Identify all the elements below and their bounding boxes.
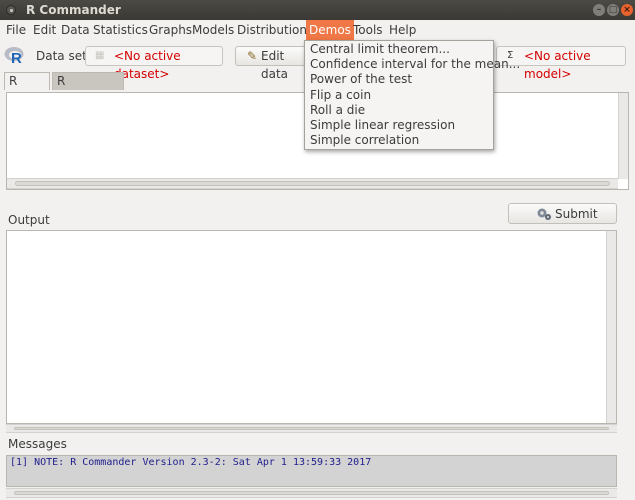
menu-edit[interactable]: Edit [30,20,59,41]
menu-file[interactable]: File [3,20,29,41]
maximize-icon[interactable]: □ [607,4,619,16]
submit-button[interactable]: Submit [508,203,617,224]
message-line: [1] NOTE: R Commander Version 2.3-2: Sat… [10,457,372,468]
menu-bar: File Edit Data Statistics Graphs Models … [0,20,635,41]
gears-icon [537,208,551,220]
svg-text:R: R [11,50,22,65]
window-menu-icon[interactable] [6,5,16,15]
submit-label: Submit [555,207,598,221]
scroll-thumb[interactable] [14,427,609,430]
output-label: Output [8,213,50,227]
tab-r-markdown[interactable]: R Markdown [52,72,124,105]
tab-r-script[interactable]: R Script [4,72,50,105]
menu-item-simple-correlation[interactable]: Simple correlation [310,133,419,148]
messages-horizontal-scrollbar[interactable] [6,488,617,498]
dataset-value: <No active dataset> [114,49,181,81]
minimize-icon[interactable]: – [593,4,605,16]
table-icon: ▦ [95,50,105,61]
dataset-selector[interactable]: ▦ <No active dataset> [85,46,223,81]
messages-area[interactable]: [1] NOTE: R Commander Version 2.3-2: Sat… [6,455,617,487]
demos-menu: Central limit theorem... Confidence inte… [304,40,520,150]
menu-item-simple-linear-regression[interactable]: Simple linear regression [310,118,455,133]
dataset-label: Data set: [36,49,91,63]
model-value: <No active model> [524,49,591,81]
menu-item-power-of-test[interactable]: Power of the test [310,72,412,87]
scroll-thumb[interactable] [14,491,609,495]
scroll-thumb[interactable] [15,181,610,186]
title-bar: R Commander – □ × [0,0,635,20]
menu-item-confidence-interval[interactable]: Confidence interval for the mean... [310,57,520,72]
menu-help[interactable]: Help [386,20,419,41]
script-vertical-scrollbar[interactable] [618,93,628,179]
menu-item-central-limit-theorem[interactable]: Central limit theorem... [310,42,450,57]
menu-graphs[interactable]: Graphs [146,20,195,41]
menu-models[interactable]: Models [189,20,237,41]
pencil-icon: ✎ [247,49,258,63]
menu-item-roll-die[interactable]: Roll a die [310,103,365,118]
menu-data[interactable]: Data [58,20,93,41]
menu-statistics[interactable]: Statistics [90,20,151,41]
edit-data-button[interactable]: ✎ Edit data [235,46,315,81]
window-title: R Commander [26,3,121,17]
r-logo-icon: R [4,47,24,65]
close-icon[interactable]: × [621,4,633,16]
menu-demos[interactable]: Demos [306,20,354,41]
messages-label: Messages [8,437,67,451]
script-horizontal-scrollbar[interactable] [7,178,618,189]
output-horizontal-scrollbar[interactable] [6,424,617,433]
output-vertical-scrollbar[interactable] [606,231,616,423]
menu-distributions[interactable]: Distributions [234,20,316,41]
menu-tools[interactable]: Tools [350,20,386,41]
menu-item-flip-coin[interactable]: Flip a coin [310,88,371,103]
output-area[interactable] [6,230,617,424]
